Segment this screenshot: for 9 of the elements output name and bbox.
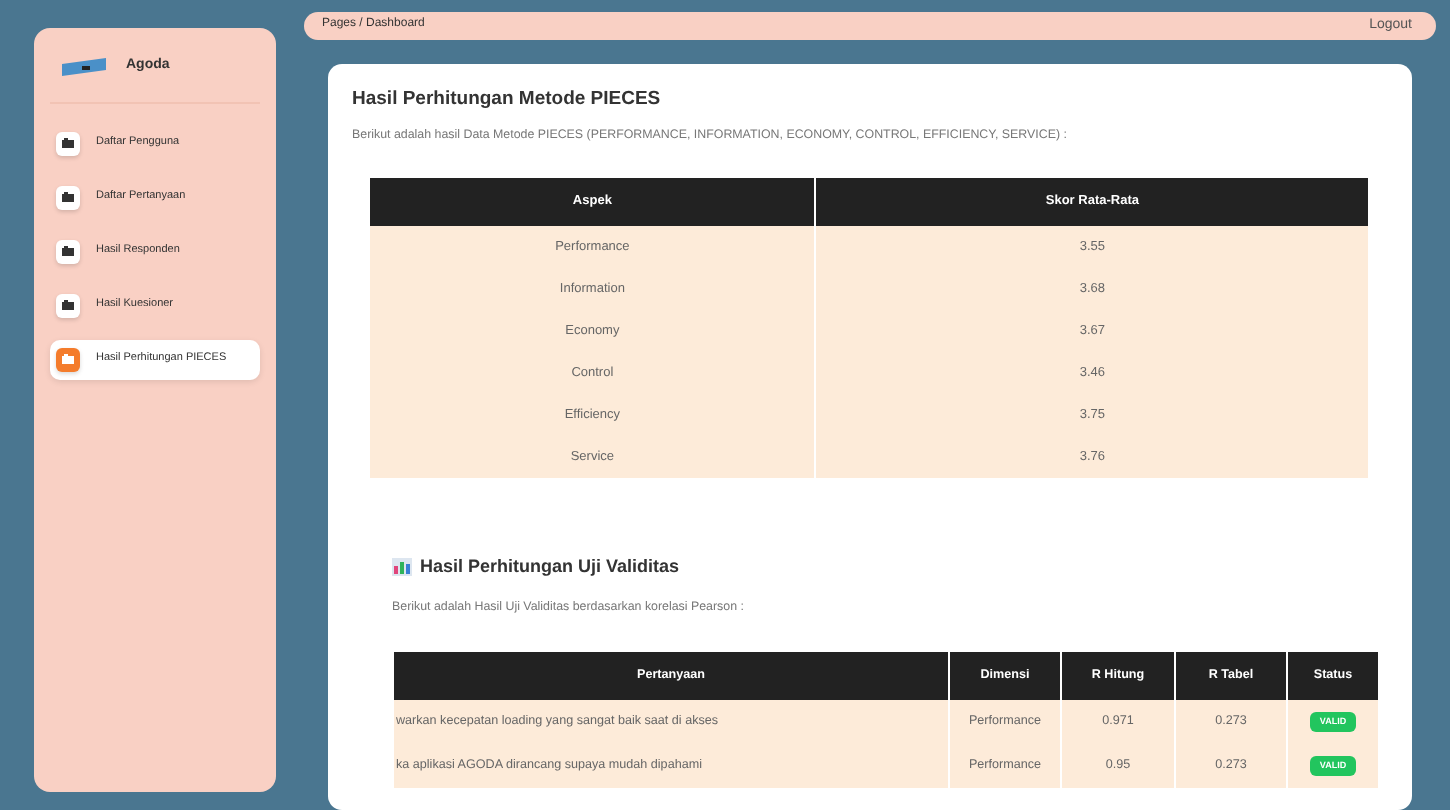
section-title: Hasil Perhitungan Metode PIECES [352,85,663,114]
folder-icon [62,192,74,202]
folder-icon [62,246,74,256]
logo-icon [62,57,106,76]
folder-icon [62,138,74,148]
bar-chart-icon [392,558,412,577]
section-title: Hasil Perhitungan Uji Validitas [420,554,680,581]
folder-icon [62,354,74,364]
folder-icon [62,300,74,310]
